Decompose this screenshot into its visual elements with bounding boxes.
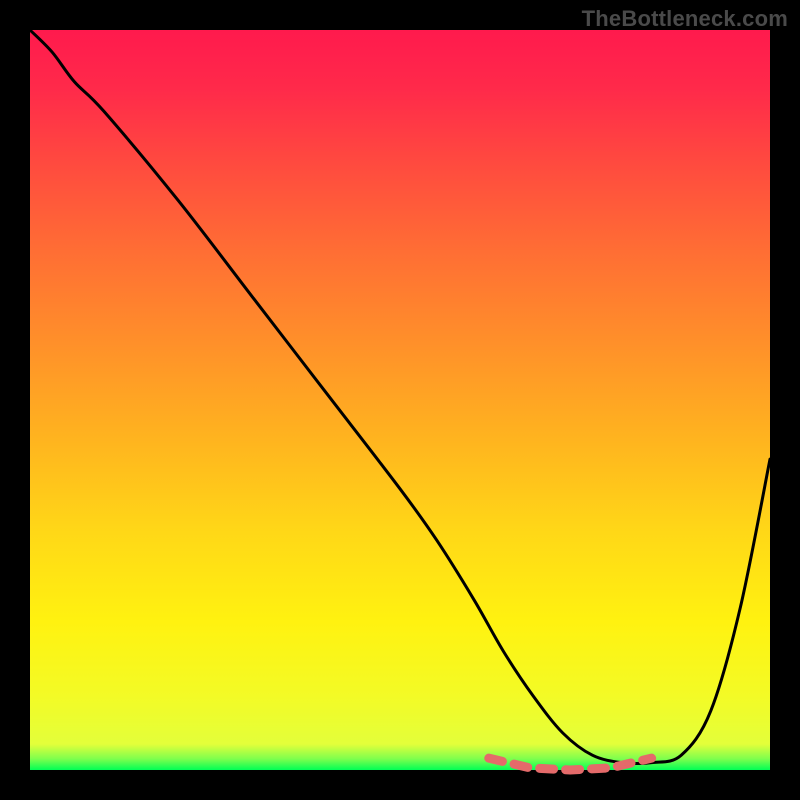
watermark-text: TheBottleneck.com <box>582 6 788 32</box>
chart-svg <box>0 0 800 800</box>
chart-frame: TheBottleneck.com <box>0 0 800 800</box>
plot-area <box>30 30 770 770</box>
